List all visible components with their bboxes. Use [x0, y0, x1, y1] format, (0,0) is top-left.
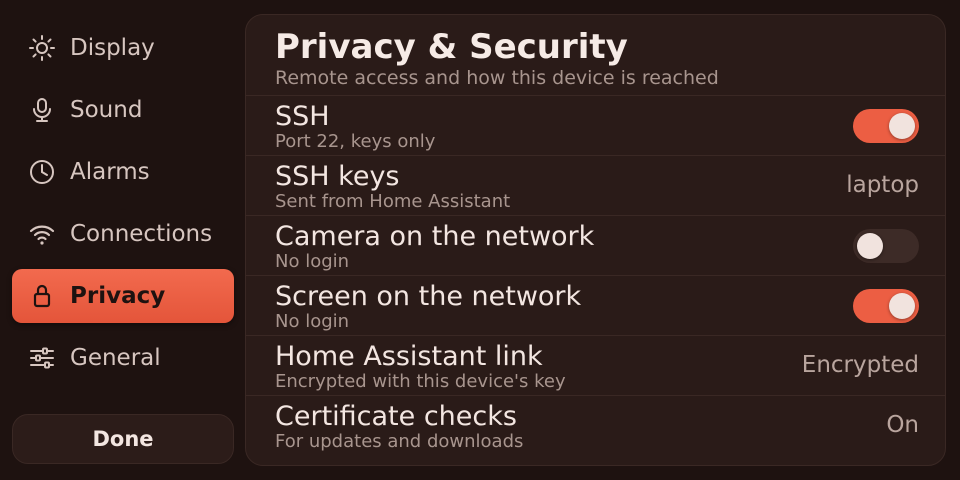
- wifi-icon: [28, 220, 56, 248]
- setting-row-home-assistant-link[interactable]: Home Assistant link Encrypted with this …: [246, 335, 945, 395]
- setting-subtitle: Encrypted with this device's key: [275, 371, 566, 392]
- setting-row-certificate-checks[interactable]: Certificate checks For updates and downl…: [246, 395, 945, 455]
- sidebar-item-general[interactable]: General: [12, 331, 234, 385]
- sidebar-item-connections[interactable]: Connections: [12, 207, 234, 261]
- camera-network-toggle[interactable]: [853, 229, 919, 263]
- page-title: Privacy & Security: [275, 27, 628, 67]
- sidebar-item-label: Display: [70, 35, 155, 61]
- lock-icon: [28, 282, 56, 310]
- sidebar-item-label: Alarms: [70, 159, 150, 185]
- setting-title: Screen on the network: [275, 281, 582, 312]
- sidebar-item-privacy[interactable]: Privacy: [12, 269, 234, 323]
- setting-title: SSH keys: [275, 161, 400, 192]
- setting-title: SSH: [275, 101, 330, 132]
- setting-row-ssh-keys[interactable]: SSH keys Sent from Home Assistant laptop: [246, 155, 945, 215]
- toggle-knob: [889, 113, 915, 139]
- sun-icon: [28, 34, 56, 62]
- setting-subtitle: For updates and downloads: [275, 431, 524, 452]
- done-button[interactable]: Done: [12, 414, 234, 464]
- sidebar: Display Sound Alarms Connections Privacy…: [0, 0, 246, 480]
- setting-value: On: [886, 412, 919, 438]
- setting-title: Home Assistant link: [275, 341, 543, 372]
- setting-row-camera-network: Camera on the network No login: [246, 215, 945, 275]
- setting-subtitle: Sent from Home Assistant: [275, 191, 511, 212]
- sidebar-item-display[interactable]: Display: [12, 21, 234, 75]
- sliders-icon: [28, 344, 56, 372]
- microphone-icon: [28, 96, 56, 124]
- toggle-knob: [857, 233, 883, 259]
- setting-value: Encrypted: [801, 352, 919, 378]
- setting-title: Camera on the network: [275, 221, 595, 252]
- settings-list: SSH Port 22, keys only SSH keys Sent fro…: [246, 95, 945, 455]
- sidebar-item-label: Sound: [70, 97, 143, 123]
- setting-subtitle: No login: [275, 251, 350, 272]
- setting-subtitle: No login: [275, 311, 350, 332]
- settings-panel: Privacy & Security Remote access and how…: [245, 14, 946, 466]
- screen-network-toggle[interactable]: [853, 289, 919, 323]
- page-subtitle: Remote access and how this device is rea…: [275, 67, 719, 89]
- ssh-toggle[interactable]: [853, 109, 919, 143]
- setting-subtitle: Port 22, keys only: [275, 131, 436, 152]
- setting-row-screen-network: Screen on the network No login: [246, 275, 945, 335]
- sidebar-item-sound[interactable]: Sound: [12, 83, 234, 137]
- setting-row-ssh: SSH Port 22, keys only: [246, 95, 945, 155]
- sidebar-item-alarms[interactable]: Alarms: [12, 145, 234, 199]
- setting-value: laptop: [846, 172, 919, 198]
- sidebar-item-label: Connections: [70, 221, 213, 247]
- toggle-knob: [889, 293, 915, 319]
- sidebar-item-label: Privacy: [70, 283, 166, 309]
- clock-icon: [28, 158, 56, 186]
- setting-title: Certificate checks: [275, 401, 517, 432]
- sidebar-item-label: General: [70, 345, 161, 371]
